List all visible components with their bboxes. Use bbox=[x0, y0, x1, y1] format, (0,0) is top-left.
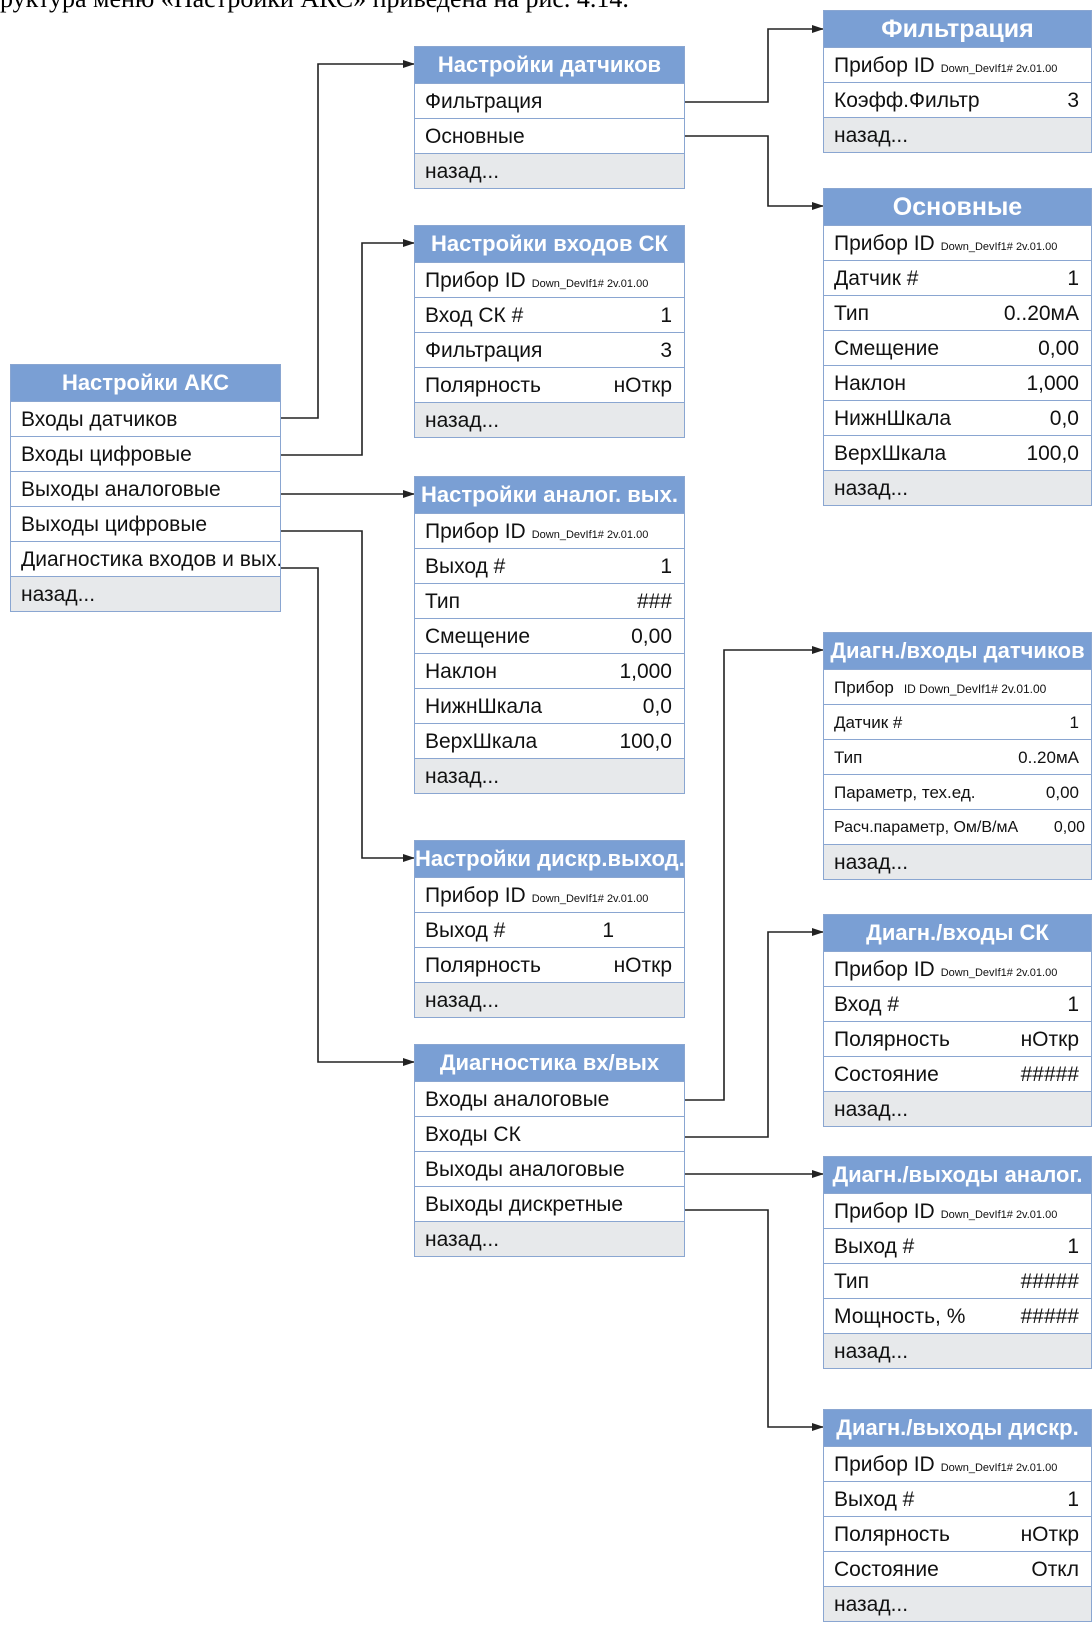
menu-aks-settings: Настройки АКС Входы датчиков Входы цифро… bbox=[10, 364, 281, 612]
setting-row[interactable]: Выход #1 bbox=[415, 548, 684, 583]
connector-diag-sensors bbox=[685, 646, 824, 1101]
setting-row[interactable]: Вход СК #1 bbox=[415, 297, 684, 332]
back-item[interactable]: назад... bbox=[824, 1586, 1091, 1621]
setting-row[interactable]: Датчик #1 bbox=[824, 260, 1091, 295]
device-id-row: Прибор ID Down_DevIf1# 2v.01.00 bbox=[824, 951, 1091, 986]
device-id-row: Прибор ID Down_DevIf1# 2v.01.00 bbox=[824, 47, 1091, 82]
setting-row[interactable]: Фильтрация 3 bbox=[415, 332, 684, 367]
setting-row[interactable]: Наклон 1,000 bbox=[824, 365, 1091, 400]
menu-title: Настройки аналог. вых. bbox=[415, 477, 684, 513]
back-item[interactable]: назад... bbox=[415, 1221, 684, 1256]
setting-row[interactable]: Мощность, % ##### bbox=[824, 1298, 1091, 1333]
menu-title: Диагн./выходы дискр. bbox=[824, 1410, 1091, 1446]
setting-row[interactable]: Тип 0..20мА bbox=[824, 739, 1091, 774]
connector-diag-sk bbox=[685, 928, 824, 1138]
menu-item-diag-analog-inputs[interactable]: Входы аналоговые bbox=[415, 1081, 684, 1116]
menu-title: Настройки входов СК bbox=[415, 226, 684, 262]
back-item[interactable]: назад... bbox=[415, 758, 684, 793]
connector-discrete-out bbox=[281, 530, 415, 862]
menu-diag-discrete-outputs: Диагн./выходы дискр. Прибор ID Down_DevIf… bbox=[823, 1409, 1092, 1622]
menu-filtration: Фильтрация Прибор ID Down_DevIf1# 2v.01.0… bbox=[823, 10, 1092, 153]
menu-title: Настройки дискр.выход. bbox=[415, 841, 684, 877]
device-id-row: Прибор ID Down_DevIf1# 2v.01.00 bbox=[824, 669, 1091, 704]
menu-title: Настройки АКС bbox=[11, 365, 280, 401]
setting-row[interactable]: Наклон 1,000 bbox=[415, 653, 684, 688]
setting-row[interactable]: ВерхШкала 100,0 bbox=[415, 723, 684, 758]
back-item[interactable]: назад... bbox=[415, 982, 684, 1017]
menu-item-io-diagnostics[interactable]: Диагностика входов и вых. bbox=[11, 541, 280, 576]
setting-row[interactable]: Вход #1 bbox=[824, 986, 1091, 1021]
menu-discrete-output-settings: Настройки дискр.выход. Прибор ID Down_Dev… bbox=[414, 840, 685, 1018]
menu-item-diag-analog-outputs[interactable]: Выходы аналоговые bbox=[415, 1151, 684, 1186]
back-item[interactable]: назад... bbox=[415, 153, 684, 188]
back-item[interactable]: назад... bbox=[824, 1333, 1091, 1368]
menu-title: Фильтрация bbox=[824, 11, 1091, 47]
setting-row[interactable]: НижнШкала 0,0 bbox=[824, 400, 1091, 435]
setting-row[interactable]: Тип 0..20мА bbox=[824, 295, 1091, 330]
menu-title: Основные bbox=[824, 189, 1091, 225]
setting-row[interactable]: Тип ##### bbox=[824, 1263, 1091, 1298]
menu-sensor-settings: Настройки датчиков Фильтрация Основные н… bbox=[414, 46, 685, 189]
menu-basic: Основные Прибор ID Down_DevIf1# 2v.01.00 … bbox=[823, 188, 1092, 506]
menu-sk-input-settings: Настройки входов СК Прибор ID Down_DevIf1… bbox=[414, 225, 685, 438]
device-id-row: Прибор ID Down_DevIf1# 2v.01.00 bbox=[415, 262, 684, 297]
connector-basic bbox=[685, 135, 824, 210]
setting-row[interactable]: Расч.параметр, Ом/В/мА 0,00 bbox=[824, 809, 1091, 844]
menu-title: Диагн./входы СК bbox=[824, 915, 1091, 951]
setting-row[interactable]: Датчик #1 bbox=[824, 704, 1091, 739]
menu-item-digital-inputs[interactable]: Входы цифровые bbox=[11, 436, 280, 471]
menu-item-sensor-inputs[interactable]: Входы датчиков bbox=[11, 401, 280, 436]
back-item[interactable]: назад... bbox=[415, 402, 684, 437]
menu-diag-sensor-inputs: Диагн./входы датчиков Прибор ID Down_DevI… bbox=[823, 632, 1092, 880]
menu-item-diag-discrete-outputs[interactable]: Выходы дискретные bbox=[415, 1186, 684, 1221]
setting-row[interactable]: ВерхШкала 100,0 bbox=[824, 435, 1091, 470]
menu-analog-output-settings: Настройки аналог. вых. Прибор ID Down_Dev… bbox=[414, 476, 685, 794]
setting-row[interactable]: Выход #1 bbox=[824, 1228, 1091, 1263]
back-item[interactable]: назад... bbox=[824, 470, 1091, 505]
menu-diag-analog-outputs: Диагн./выходы аналог. Прибор ID Down_DevI… bbox=[823, 1156, 1092, 1369]
menu-title: Диагностика вх/вых bbox=[415, 1045, 684, 1081]
setting-row[interactable]: Выход #1 bbox=[824, 1481, 1091, 1516]
setting-row[interactable]: Полярность нОткр bbox=[824, 1516, 1091, 1551]
connector-diag-discrete-out bbox=[685, 1209, 824, 1431]
connector-diag bbox=[281, 567, 415, 1066]
back-item[interactable]: назад... bbox=[11, 576, 280, 611]
menu-item-basic[interactable]: Основные bbox=[415, 118, 684, 153]
setting-row[interactable]: Параметр, тех.ед. 0,00 bbox=[824, 774, 1091, 809]
setting-row[interactable]: Полярность нОткр bbox=[415, 367, 684, 402]
menu-io-diagnostics: Диагностика вх/вых Входы аналоговые Вход… bbox=[414, 1044, 685, 1257]
setting-row[interactable]: Тип ### bbox=[415, 583, 684, 618]
setting-row[interactable]: Смещение 0,00 bbox=[415, 618, 684, 653]
connector-sensors bbox=[281, 60, 415, 419]
menu-item-digital-outputs[interactable]: Выходы цифровые bbox=[11, 506, 280, 541]
device-id-row: Прибор ID Down_DevIf1# 2v.01.00 bbox=[824, 1446, 1091, 1481]
device-id-row: Прибор ID Down_DevIf1# 2v.01.00 bbox=[824, 1193, 1091, 1228]
setting-row[interactable]: Полярность нОткр bbox=[824, 1021, 1091, 1056]
menu-diag-sk-inputs: Диагн./входы СК Прибор ID Down_DevIf1# 2v… bbox=[823, 914, 1092, 1127]
device-id-row: Прибор ID Down_DevIf1# 2v.01.00 bbox=[824, 225, 1091, 260]
setting-row[interactable]: Состояние Откл bbox=[824, 1551, 1091, 1586]
back-item[interactable]: назад... bbox=[824, 844, 1091, 879]
menu-item-filtration[interactable]: Фильтрация bbox=[415, 83, 684, 118]
menu-title: Диагн./выходы аналог. bbox=[824, 1157, 1091, 1193]
setting-row[interactable]: НижнШкала 0,0 bbox=[415, 688, 684, 723]
back-item[interactable]: назад... bbox=[824, 117, 1091, 152]
menu-title: Диагн./входы датчиков bbox=[824, 633, 1091, 669]
connector-filtration bbox=[685, 25, 824, 103]
setting-row[interactable]: Выход #1 bbox=[415, 912, 684, 947]
menu-title: Настройки датчиков bbox=[415, 47, 684, 83]
menu-item-diag-sk-inputs[interactable]: Входы СК bbox=[415, 1116, 684, 1151]
menu-item-analog-outputs[interactable]: Выходы аналоговые bbox=[11, 471, 280, 506]
setting-row[interactable]: Состояние ##### bbox=[824, 1056, 1091, 1091]
device-id-row: Прибор ID Down_DevIf1# 2v.01.00 bbox=[415, 877, 684, 912]
setting-row[interactable]: Полярность нОткр bbox=[415, 947, 684, 982]
back-item[interactable]: назад... bbox=[824, 1091, 1091, 1126]
setting-row[interactable]: Смещение 0,00 bbox=[824, 330, 1091, 365]
connector-sk-inputs bbox=[281, 239, 415, 456]
setting-row[interactable]: Коэфф.Фильтр 3 bbox=[824, 82, 1091, 117]
device-id-row: Прибор ID Down_DevIf1# 2v.01.00 bbox=[415, 513, 684, 548]
